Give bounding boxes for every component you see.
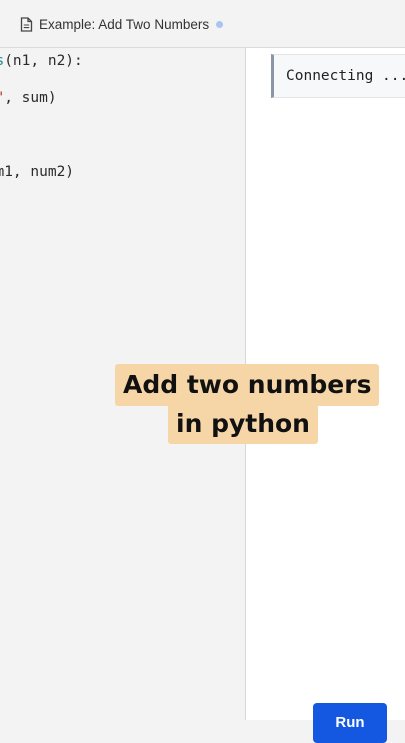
code-token: , sum) <box>4 90 57 106</box>
code-line[interactable]: 2 <box>0 71 83 90</box>
console-status-text: Connecting ... <box>286 68 405 84</box>
tab-title: Example: Add Two Numbers <box>39 16 210 32</box>
code-line[interactable] <box>0 126 83 145</box>
code-line[interactable] <box>0 145 83 164</box>
run-button[interactable]: Run <box>313 703 387 743</box>
code-line[interactable]: ers(n1, n2): <box>0 52 83 71</box>
code-content[interactable]: ers(n1, n2):2 =", sum) num1, num2) <box>0 52 83 182</box>
code-line[interactable]: =", sum) <box>0 89 83 108</box>
unsaved-indicator-dot <box>216 20 224 28</box>
console-output: Connecting ... <box>271 54 405 98</box>
code-token: num1, num2) <box>0 164 75 180</box>
caption-line-1: Add two numbers <box>115 364 380 406</box>
code-line[interactable]: num1, num2) <box>0 163 83 182</box>
tab-example-add-two-numbers[interactable]: Example: Add Two Numbers <box>20 14 224 34</box>
code-token: (n1, n2): <box>4 53 83 69</box>
caption-line-2: in python <box>168 404 318 444</box>
file-icon <box>20 16 33 32</box>
tab-bar: Example: Add Two Numbers <box>0 0 405 48</box>
code-line[interactable] <box>0 108 83 127</box>
